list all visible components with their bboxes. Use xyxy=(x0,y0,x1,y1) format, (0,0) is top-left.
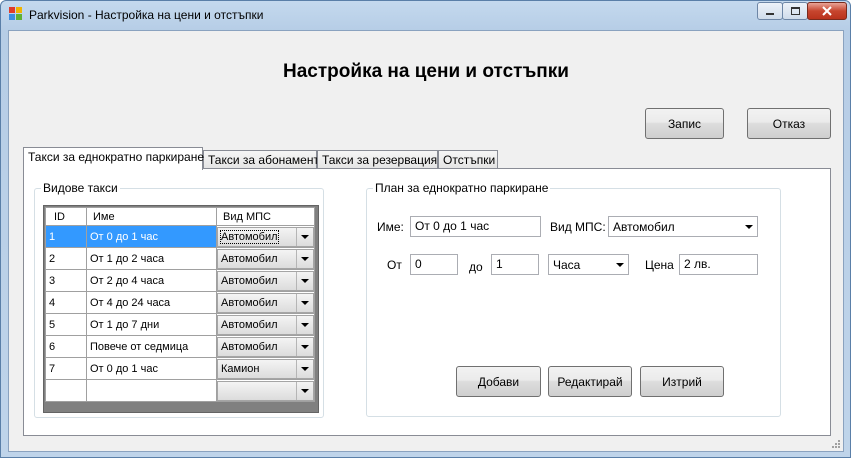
maximize-button[interactable] xyxy=(782,2,808,20)
combo-value: Автомобил xyxy=(220,229,279,244)
fee-types-group-title: Видове такси xyxy=(41,181,120,195)
combo-value: Автомобил xyxy=(221,318,278,331)
add-button[interactable]: Добави xyxy=(456,366,541,397)
column-header-name[interactable]: Име xyxy=(86,207,217,226)
row-name-cell[interactable]: От 0 до 1 час xyxy=(86,225,217,248)
table-row[interactable]: 3 От 2 до 4 часа Автомобил xyxy=(45,269,315,292)
row-id-cell[interactable] xyxy=(45,379,87,402)
table-row[interactable]: 2 От 1 до 2 часа Автомобил xyxy=(45,247,315,270)
time-unit-value: Часа xyxy=(553,257,581,272)
chevron-down-icon xyxy=(301,256,309,261)
tab-subscription[interactable]: Такси за абонамент xyxy=(203,150,319,168)
tab-page-single-parking: Видове такси ID Име Вид МПС 1 От 0 до 1 … xyxy=(23,168,831,436)
time-unit-dropdown[interactable]: Часа xyxy=(548,254,629,275)
minimize-icon xyxy=(766,13,774,15)
window-title: Parkvision - Настройка на цени и отстъпк… xyxy=(29,8,264,22)
tab-single-parking[interactable]: Такси за еднократно паркиране xyxy=(23,147,204,170)
resize-grip-icon[interactable] xyxy=(830,438,840,448)
combo-value: Автомобил xyxy=(221,340,278,353)
table-row[interactable]: 5 От 1 до 7 дни Автомобил xyxy=(45,313,315,336)
combo-value: Камион xyxy=(221,362,260,375)
to-field[interactable]: 1 xyxy=(491,254,539,275)
chevron-down-icon xyxy=(301,388,309,393)
row-id-cell[interactable]: 3 xyxy=(45,269,87,292)
row-name-cell[interactable]: От 1 до 7 дни xyxy=(86,313,217,336)
from-field[interactable]: 0 xyxy=(410,254,458,275)
title-bar[interactable]: Parkvision - Настройка на цени и отстъпк… xyxy=(1,1,850,29)
close-button[interactable] xyxy=(807,2,847,20)
row-name-cell[interactable]: От 0 до 1 час xyxy=(86,357,217,380)
vehicle-type-value: Автомобил xyxy=(613,219,675,234)
row-id-cell[interactable]: 1 xyxy=(45,225,87,248)
chevron-down-icon xyxy=(301,234,309,239)
cancel-button[interactable]: Отказ xyxy=(747,108,831,139)
row-name-cell[interactable]: От 1 до 2 часа xyxy=(86,247,217,270)
vehicle-type-combo[interactable]: Автомобил xyxy=(217,226,314,247)
row-id-cell[interactable]: 4 xyxy=(45,291,87,314)
tab-discounts[interactable]: Отстъпки xyxy=(438,150,498,168)
vehicle-type-combo[interactable]: Автомобил xyxy=(217,292,314,313)
vehicle-type-combo[interactable]: Камион xyxy=(217,358,314,379)
vehicle-type-combo[interactable]: Автомобил xyxy=(217,248,314,269)
page-title: Настройка на цени и отстъпки xyxy=(283,61,569,82)
row-id-cell[interactable]: 2 xyxy=(45,247,87,270)
row-id-cell[interactable]: 6 xyxy=(45,335,87,358)
chevron-down-icon xyxy=(301,344,309,349)
chevron-down-icon xyxy=(301,322,309,327)
chevron-down-icon xyxy=(301,278,309,283)
row-name-cell[interactable]: От 4 до 24 часа xyxy=(86,291,217,314)
close-icon xyxy=(822,6,832,16)
price-field[interactable]: 2 лв. xyxy=(679,254,758,275)
maximize-icon xyxy=(790,7,800,15)
plan-group: План за еднократно паркиране Име: От 0 д… xyxy=(366,181,781,417)
name-label: Име: xyxy=(377,220,404,234)
row-name-cell[interactable] xyxy=(86,379,217,402)
vehicle-type-combo[interactable]: Автомобил xyxy=(217,270,314,291)
new-row[interactable] xyxy=(45,379,315,402)
column-header-vehicle-type[interactable]: Вид МПС xyxy=(216,207,315,226)
table-row[interactable]: 6 Повече от седмица Автомобил xyxy=(45,335,315,358)
table-row[interactable]: 7 От 0 до 1 час Камион xyxy=(45,357,315,380)
row-id-cell[interactable]: 5 xyxy=(45,313,87,336)
plan-group-title: План за еднократно паркиране xyxy=(373,181,551,195)
to-label: до xyxy=(469,260,483,274)
chevron-down-icon xyxy=(301,366,309,371)
vehicle-type-combo[interactable]: Автомобил xyxy=(217,314,314,335)
save-button[interactable]: Запис xyxy=(645,108,724,139)
chevron-down-icon xyxy=(616,262,624,267)
table-row[interactable]: 4 От 4 до 24 часа Автомобил xyxy=(45,291,315,314)
vehicle-type-combo[interactable] xyxy=(217,380,314,401)
vehicle-type-dropdown[interactable]: Автомобил xyxy=(608,216,758,237)
row-name-cell[interactable]: От 2 до 4 часа xyxy=(86,269,217,292)
delete-button[interactable]: Изтрий xyxy=(640,366,724,397)
from-label: От xyxy=(387,258,402,272)
minimize-button[interactable] xyxy=(757,2,783,20)
column-header-id[interactable]: ID xyxy=(45,207,87,226)
combo-value: Автомобил xyxy=(221,252,278,265)
price-label: Цена xyxy=(645,258,674,272)
vehicle-type-combo[interactable]: Автомобил xyxy=(217,336,314,357)
table-row[interactable]: 1 От 0 до 1 час Автомобил xyxy=(45,225,315,248)
app-window: Parkvision - Настройка на цени и отстъпк… xyxy=(0,0,851,458)
form-client-area: Настройка на цени и отстъпки Запис Отказ… xyxy=(8,30,844,452)
grid-header-row: ID Име Вид МПС xyxy=(45,207,315,226)
edit-button[interactable]: Редактирай xyxy=(548,366,632,397)
chevron-down-icon xyxy=(745,224,753,229)
fee-types-grid[interactable]: ID Име Вид МПС 1 От 0 до 1 час Автомобил… xyxy=(43,205,319,413)
row-name-cell[interactable]: Повече от седмица xyxy=(86,335,217,358)
fee-types-group: Видове такси ID Име Вид МПС 1 От 0 до 1 … xyxy=(34,181,324,418)
name-field[interactable]: От 0 до 1 час xyxy=(410,216,541,237)
tab-reservation[interactable]: Такси за резервация xyxy=(317,150,438,168)
combo-value: Автомобил xyxy=(221,296,278,309)
chevron-down-icon xyxy=(301,300,309,305)
combo-value: Автомобил xyxy=(221,274,278,287)
parkvision-app-icon xyxy=(9,7,23,21)
row-id-cell[interactable]: 7 xyxy=(45,357,87,380)
vehicle-type-label: Вид МПС: xyxy=(550,220,606,234)
